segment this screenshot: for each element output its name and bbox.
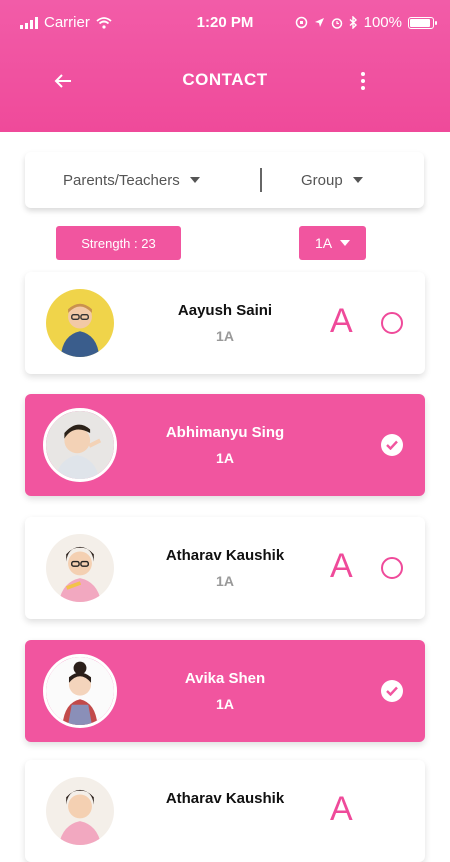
alarm-icon bbox=[331, 17, 342, 29]
student-name: Avika Shen bbox=[184, 670, 266, 687]
group-label: Group bbox=[301, 171, 343, 189]
student-avatar bbox=[43, 531, 117, 605]
select-radio[interactable] bbox=[381, 312, 403, 334]
caret-down-icon bbox=[352, 177, 363, 183]
student-class: 1A bbox=[216, 573, 234, 589]
student-class: 1A bbox=[216, 696, 234, 712]
select-radio[interactable] bbox=[381, 557, 403, 579]
strength-badge: Strength : 23 bbox=[56, 226, 181, 260]
more-options-button[interactable] bbox=[352, 66, 374, 96]
student-avatar bbox=[43, 408, 117, 482]
student-card[interactable]: Atharav Kaushik A bbox=[25, 760, 425, 862]
orientation-lock-icon bbox=[295, 16, 307, 29]
battery-icon bbox=[408, 16, 437, 29]
group-dropdown[interactable]: Group bbox=[301, 152, 363, 208]
student-card[interactable]: Abhimanyu Sing 1A bbox=[25, 394, 425, 496]
checkmark-icon[interactable] bbox=[381, 680, 403, 702]
audience-label: Parents/Teachers bbox=[63, 171, 180, 189]
dot-icon bbox=[361, 79, 365, 83]
location-icon bbox=[314, 18, 324, 27]
class-select-label: 1A bbox=[314, 235, 333, 251]
student-avatar bbox=[43, 286, 117, 360]
status-bar: Carrier 1:20 PM 100% bbox=[0, 8, 450, 38]
battery-percent: 100% bbox=[363, 14, 402, 31]
student-avatar bbox=[43, 774, 117, 848]
dot-icon bbox=[361, 86, 365, 90]
attendance-letter[interactable]: A bbox=[330, 547, 353, 586]
student-name: Aayush Saini bbox=[177, 302, 273, 319]
attendance-letter[interactable]: A bbox=[330, 302, 353, 341]
student-card[interactable]: Aayush Saini 1A A bbox=[25, 272, 425, 374]
student-card[interactable]: Avika Shen 1A bbox=[25, 640, 425, 742]
audience-dropdown[interactable]: Parents/Teachers bbox=[63, 152, 200, 208]
page-title: CONTACT bbox=[182, 70, 268, 89]
bluetooth-icon bbox=[349, 16, 357, 29]
filter-bar: Parents/Teachers Group bbox=[25, 152, 424, 208]
student-avatar bbox=[43, 654, 117, 728]
status-right: 100% bbox=[295, 14, 437, 31]
checkmark-icon[interactable] bbox=[381, 434, 403, 456]
student-name: Atharav Kaushik bbox=[165, 547, 285, 564]
attendance-letter[interactable]: A bbox=[330, 790, 353, 829]
app-header: Carrier 1:20 PM 100% CONTACT bbox=[0, 0, 450, 132]
dot-icon bbox=[361, 72, 365, 76]
divider bbox=[260, 168, 262, 192]
caret-down-icon bbox=[189, 177, 200, 183]
student-class: 1A bbox=[216, 450, 234, 466]
class-select[interactable]: 1A bbox=[299, 226, 366, 260]
student-class: 1A bbox=[216, 328, 234, 344]
student-name: Atharav Kaushik bbox=[165, 790, 285, 807]
caret-down-icon bbox=[340, 240, 351, 246]
student-name: Abhimanyu Sing bbox=[165, 424, 285, 441]
student-card[interactable]: Atharav Kaushik 1A A bbox=[25, 517, 425, 619]
